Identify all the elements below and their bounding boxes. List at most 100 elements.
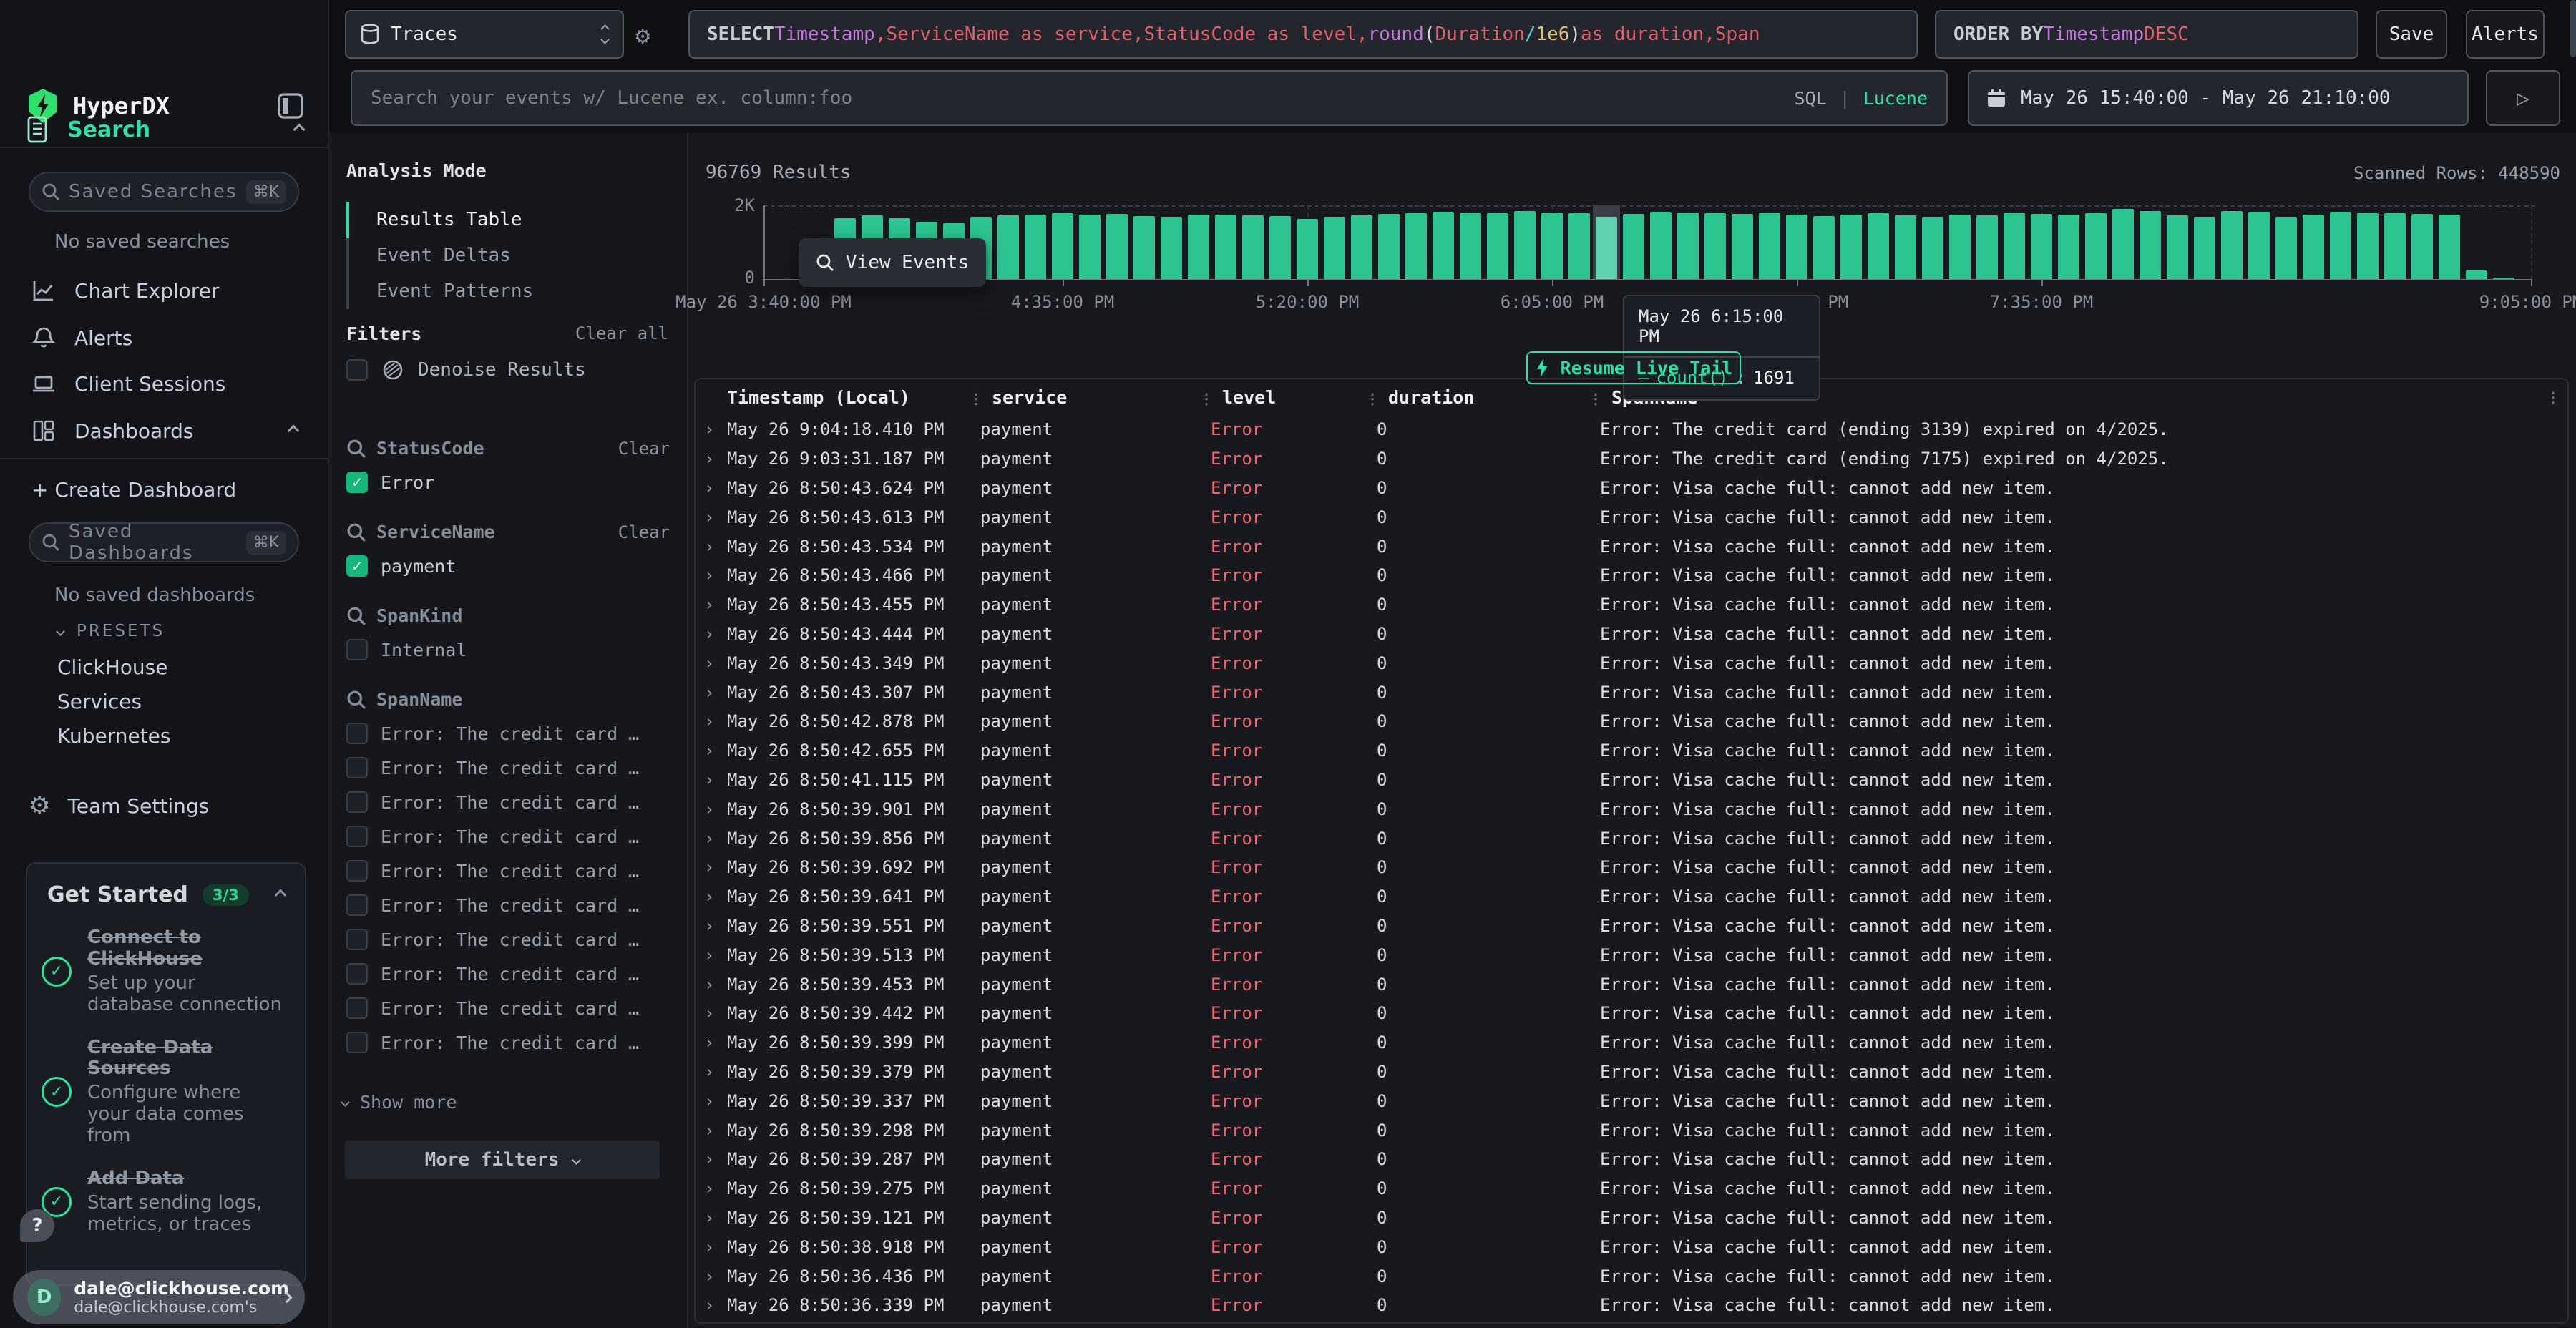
expand-row-icon[interactable]: ›	[696, 711, 727, 731]
histogram-bar[interactable]	[1895, 215, 1916, 279]
expand-row-icon[interactable]: ›	[696, 1003, 727, 1023]
saved-dashboards-input[interactable]: Saved Dashboards ⌘K	[29, 522, 299, 562]
source-settings-gear-icon[interactable]: ⚙	[635, 21, 650, 50]
sidebar-item-dashboards[interactable]: Dashboards	[0, 414, 329, 448]
view-events-button[interactable]: View Events	[799, 238, 986, 287]
table-row[interactable]: ›May 26 8:50:36.339 PMpaymentError0Error…	[696, 1291, 2567, 1320]
table-row[interactable]: ›May 26 8:50:39.399 PMpaymentError0Error…	[696, 1028, 2567, 1058]
histogram-bar[interactable]	[1324, 217, 1345, 279]
table-row[interactable]: ›May 26 8:50:39.442 PMpaymentError0Error…	[696, 999, 2567, 1028]
filter-option[interactable]: Error: The credit card …	[346, 791, 670, 813]
histogram-bar[interactable]	[2493, 278, 2514, 279]
event-search-input[interactable]: Search your events w/ Lucene ex. column:…	[351, 70, 1948, 126]
col-level[interactable]: ⋮level	[1199, 387, 1365, 408]
show-more-button[interactable]: Show more	[342, 1092, 457, 1113]
table-row[interactable]: ›May 26 8:50:39.641 PMpaymentError0Error…	[696, 882, 2567, 912]
table-row[interactable]: ›May 26 9:03:31.187 PMpaymentError0Error…	[696, 444, 2567, 474]
histogram-bar[interactable]	[1759, 213, 1780, 279]
expand-row-icon[interactable]: ›	[696, 1237, 727, 1257]
search-icon[interactable]	[346, 439, 366, 459]
expand-row-icon[interactable]: ›	[696, 1091, 727, 1111]
table-row[interactable]: ›May 26 8:50:39.337 PMpaymentError0Error…	[696, 1086, 2567, 1115]
expand-row-icon[interactable]: ›	[696, 624, 727, 644]
histogram-bar[interactable]	[1650, 212, 1672, 279]
histogram-bar[interactable]	[1079, 215, 1101, 279]
save-button[interactable]: Save	[2376, 10, 2447, 59]
histogram-bar[interactable]	[1596, 217, 1617, 279]
preset-clickhouse[interactable]: ClickHouse	[0, 651, 329, 683]
table-row[interactable]: ›May 26 8:50:43.534 PMpaymentError0Error…	[696, 532, 2567, 561]
table-row[interactable]: ›May 26 8:50:39.551 PMpaymentError0Error…	[696, 912, 2567, 941]
col-timestamp[interactable]: Timestamp (Local)	[727, 387, 969, 408]
collapse-chevron-icon[interactable]	[293, 124, 306, 136]
histogram-bar[interactable]	[2439, 215, 2460, 279]
filter-option[interactable]: Error: The credit card …	[346, 997, 670, 1019]
expand-row-icon[interactable]: ›	[696, 595, 727, 615]
table-row[interactable]: ›May 26 8:50:39.379 PMpaymentError0Error…	[696, 1058, 2567, 1087]
histogram-bar[interactable]	[1840, 215, 1862, 279]
table-row[interactable]: ›May 26 8:50:39.453 PMpaymentError0Error…	[696, 970, 2567, 999]
presets-toggle[interactable]: PRESETS	[0, 617, 329, 645]
expand-row-icon[interactable]: ›	[696, 1062, 727, 1082]
table-row[interactable]: ›May 26 8:50:36.329 PMpaymentError0Error…	[696, 1320, 2567, 1324]
histogram-bar[interactable]	[1868, 213, 1889, 279]
histogram-bar[interactable]	[1188, 215, 1209, 279]
histogram-bar[interactable]	[2411, 214, 2433, 279]
histogram-bar[interactable]	[1025, 215, 1046, 279]
table-options-icon[interactable]: ⋮	[2546, 389, 2557, 406]
histogram-bar[interactable]	[1433, 212, 1454, 279]
analysis-mode-event-deltas[interactable]: Event Deltas	[346, 238, 661, 273]
table-row[interactable]: ›May 26 8:50:41.115 PMpaymentError0Error…	[696, 766, 2567, 795]
more-filters-button[interactable]: More filters	[345, 1141, 660, 1179]
table-row[interactable]: ›May 26 8:50:43.624 PMpaymentError0Error…	[696, 474, 2567, 503]
expand-row-icon[interactable]: ›	[696, 565, 727, 585]
expand-row-icon[interactable]: ›	[696, 653, 727, 673]
histogram-bar[interactable]	[1732, 214, 1753, 279]
run-query-button[interactable]: ▷	[2486, 70, 2560, 126]
filter-option[interactable]: ✓payment	[346, 555, 670, 577]
expand-row-icon[interactable]: ›	[696, 419, 727, 439]
histogram-bar[interactable]	[2466, 270, 2487, 279]
histogram-bar[interactable]	[1514, 211, 1536, 279]
histogram-bar[interactable]	[1677, 213, 1699, 279]
histogram-bar[interactable]	[1133, 216, 1155, 279]
collapse-chevron-icon[interactable]	[288, 425, 300, 437]
histogram-bar[interactable]	[1976, 215, 1998, 279]
histogram-bar[interactable]	[1922, 217, 1943, 279]
expand-row-icon[interactable]: ›	[696, 829, 727, 849]
expand-row-icon[interactable]: ›	[696, 507, 727, 527]
expand-row-icon[interactable]: ›	[696, 857, 727, 877]
expand-row-icon[interactable]: ›	[696, 449, 727, 469]
preset-services[interactable]: Services	[0, 685, 329, 717]
collapse-chevron-icon[interactable]	[275, 889, 287, 901]
col-service[interactable]: ⋮service	[969, 387, 1199, 408]
filter-clear-button[interactable]: Clear	[618, 522, 670, 542]
sidebar-item-chart-explorer[interactable]: Chart Explorer	[0, 273, 329, 308]
order-by-input[interactable]: ORDER BY Timestamp DESC	[1935, 10, 2358, 59]
table-row[interactable]: ›May 26 8:50:43.613 PMpaymentError0Error…	[696, 502, 2567, 532]
expand-row-icon[interactable]: ›	[696, 683, 727, 703]
create-dashboard-button[interactable]: + Create Dashboard	[0, 472, 329, 507]
histogram-bar[interactable]	[2058, 215, 2079, 279]
search-icon[interactable]	[346, 606, 366, 626]
filter-option[interactable]: Error: The credit card …	[346, 723, 670, 744]
histogram-bar[interactable]	[2248, 212, 2270, 279]
table-row[interactable]: ›May 26 8:50:39.901 PMpaymentError0Error…	[696, 794, 2567, 824]
histogram-bar[interactable]	[2303, 215, 2324, 279]
histogram-bar[interactable]	[2384, 213, 2406, 279]
histogram-bar[interactable]	[1460, 213, 1481, 279]
sidebar-item-client-sessions[interactable]: Client Sessions	[0, 366, 329, 401]
table-row[interactable]: ›May 26 8:50:39.275 PMpaymentError0Error…	[696, 1174, 2567, 1204]
filter-option[interactable]: Error: The credit card …	[346, 894, 670, 916]
table-row[interactable]: ›May 26 8:50:39.121 PMpaymentError0Error…	[696, 1204, 2567, 1233]
sidebar-item-search[interactable]: Search	[0, 109, 329, 150]
sql-select-input[interactable]: SELECT Timestamp, ServiceName as service…	[688, 10, 1918, 59]
expand-row-icon[interactable]: ›	[696, 1208, 727, 1228]
expand-row-icon[interactable]: ›	[696, 770, 727, 790]
filter-option[interactable]: Error: The credit card …	[346, 757, 670, 778]
expand-row-icon[interactable]: ›	[696, 945, 727, 965]
histogram-bar[interactable]	[1351, 215, 1372, 279]
histogram-bar[interactable]	[1568, 213, 1590, 279]
table-row[interactable]: ›May 26 8:50:36.436 PMpaymentError0Error…	[696, 1261, 2567, 1291]
saved-searches-input[interactable]: Saved Searches ⌘K	[29, 172, 299, 212]
